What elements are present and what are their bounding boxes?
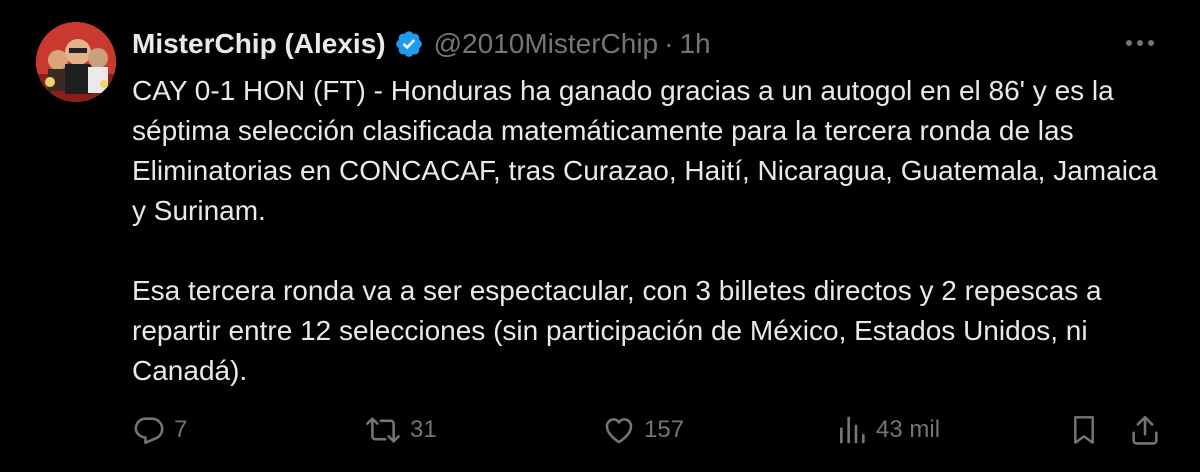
retweet-count: 31 [410,416,437,443]
like-button[interactable]: 157 [602,412,684,448]
views-count: 43 mil [876,416,941,443]
share-icon [1132,415,1158,445]
avatar-illustration-icon [36,22,116,102]
tweet-paragraph: CAY 0-1 HON (FT) - Honduras ha ganado gr… [132,75,1158,226]
more-dots-icon [1126,40,1154,46]
tweet-paragraph: Esa tercera ronda va a ser espectacular,… [132,275,1102,386]
retweet-icon [366,417,400,443]
retweet-button[interactable]: 31 [364,412,437,448]
views-icon [840,416,865,444]
verified-badge-icon[interactable] [394,29,424,59]
reply-button[interactable]: 7 [132,412,187,448]
bookmark-icon [1074,416,1094,444]
avatar[interactable] [36,22,116,102]
tweet-card[interactable]: MisterChip (Alexis) @2010MisterChip · 1h… [0,0,1200,472]
header-separator: · [664,28,674,59]
reply-icon [134,417,164,445]
tweet-actions-bar: 7 31 157 43 mil [0,404,1200,456]
views-button[interactable]: 43 mil [836,412,940,448]
bookmark-button[interactable] [1068,412,1100,448]
heart-icon [605,418,633,444]
share-button[interactable] [1128,412,1162,448]
tweet-text: CAY 0-1 HON (FT) - Honduras ha ganado gr… [132,71,1172,391]
tweet-timestamp[interactable]: 1h [679,28,710,60]
author-display-name[interactable]: MisterChip (Alexis) [132,28,386,60]
more-options-button[interactable] [1120,26,1160,60]
like-count: 157 [644,416,685,443]
tweet-header: MisterChip (Alexis) @2010MisterChip · 1h [132,22,711,66]
author-handle[interactable]: @2010MisterChip [434,28,659,60]
reply-count: 7 [174,416,188,443]
